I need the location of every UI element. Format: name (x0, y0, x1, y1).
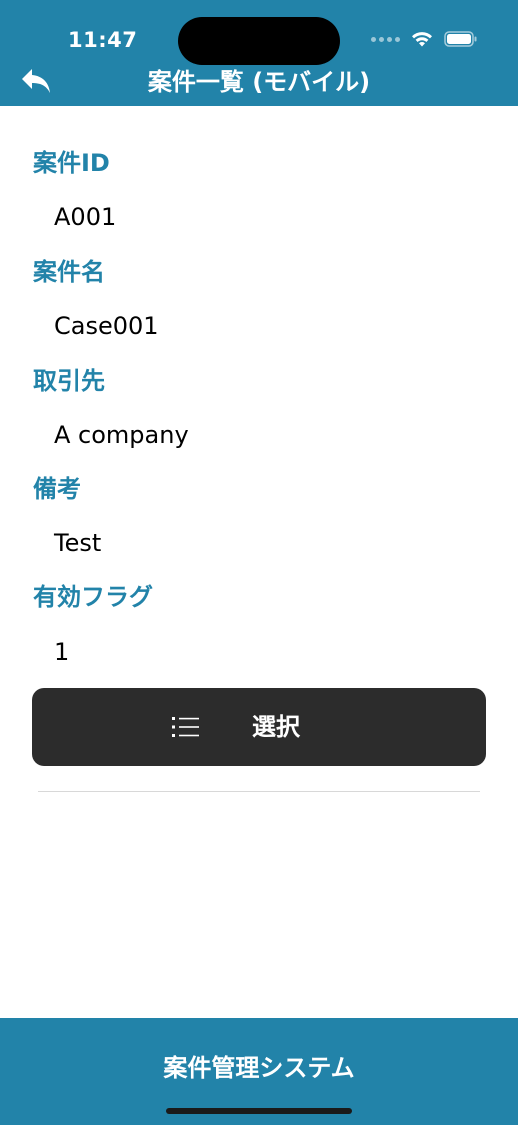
wifi-icon (412, 32, 432, 47)
header-bar: 11:47 案件一覧 (モバイル) (0, 0, 518, 106)
dynamic-island (178, 17, 340, 65)
select-button[interactable]: 選択 (32, 688, 486, 766)
status-icons (371, 30, 478, 48)
field-label-case-name: 案件名 (33, 258, 105, 286)
page-title: 案件一覧 (モバイル) (147, 68, 371, 96)
select-button-label: 選択 (252, 713, 300, 741)
field-value-remarks: Test (54, 529, 102, 557)
field-label-active-flag: 有効フラグ (33, 583, 153, 611)
field-value-case-id: A001 (54, 203, 117, 231)
field-value-case-name: Case001 (54, 312, 159, 340)
field-label-client: 取引先 (33, 367, 105, 395)
cellular-signal-icon (371, 36, 400, 42)
field-label-remarks: 備考 (33, 475, 81, 503)
home-indicator[interactable] (166, 1108, 352, 1114)
footer-bar: 案件管理システム (0, 1018, 518, 1125)
footer-title: 案件管理システム (163, 1054, 355, 1082)
field-value-active-flag: 1 (54, 638, 70, 666)
field-label-case-id: 案件ID (33, 149, 110, 177)
battery-icon (444, 31, 477, 47)
field-value-client: A company (54, 421, 189, 449)
divider (38, 791, 480, 792)
status-time: 11:47 (68, 28, 138, 52)
app-screen: 11:47 案件一覧 (モバイル) 案件ID A001 案件名 Case001 … (0, 0, 518, 1125)
